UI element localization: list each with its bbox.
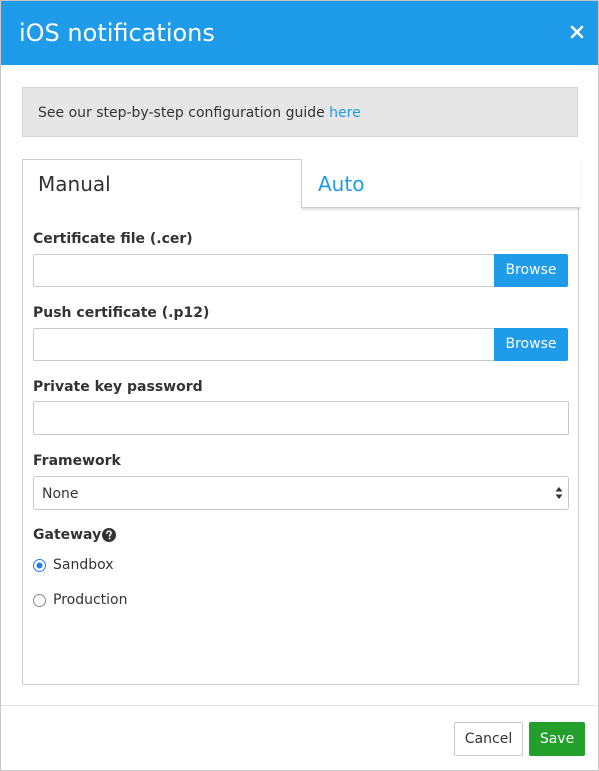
framework-select[interactable]: None xyxy=(33,476,569,510)
tab-auto-label: Auto xyxy=(318,172,365,196)
tab-manual[interactable]: Manual xyxy=(23,160,301,208)
ios-notifications-dialog: iOS notifications See our step-by-step c… xyxy=(0,0,599,771)
guide-link[interactable]: here xyxy=(329,105,361,121)
footer-divider xyxy=(1,705,598,706)
framework-label: Framework xyxy=(33,453,121,469)
private-key-password-input[interactable] xyxy=(33,401,569,435)
tab-auto[interactable]: Auto xyxy=(301,159,580,208)
info-message: See our step-by-step configuration guide xyxy=(38,105,330,121)
push-certificate-browse-button[interactable]: Browse xyxy=(494,328,568,361)
radio-production-label[interactable]: Production xyxy=(53,591,127,609)
info-text: See our step-by-step configuration guide… xyxy=(38,104,361,122)
framework-selected-value: None xyxy=(42,486,79,502)
dialog-header: iOS notifications xyxy=(1,1,598,65)
save-button[interactable]: Save xyxy=(529,722,585,756)
certificate-file-input[interactable] xyxy=(33,254,495,287)
push-certificate-input[interactable] xyxy=(33,328,495,361)
dialog-title: iOS notifications xyxy=(19,19,215,47)
push-certificate-label: Push certificate (.p12) xyxy=(33,305,210,321)
cancel-button[interactable]: Cancel xyxy=(454,722,523,756)
tab-manual-label: Manual xyxy=(38,172,111,196)
private-key-password-label: Private key password xyxy=(33,379,203,395)
select-arrows-icon xyxy=(555,487,563,499)
info-banner: See our step-by-step configuration guide… xyxy=(22,87,578,137)
certificate-file-label: Certificate file (.cer) xyxy=(33,231,193,247)
gateway-label: Gateway xyxy=(33,527,102,543)
close-icon[interactable] xyxy=(568,23,586,41)
certificate-browse-button[interactable]: Browse xyxy=(494,254,568,287)
radio-sandbox[interactable] xyxy=(33,559,46,572)
radio-sandbox-label[interactable]: Sandbox xyxy=(53,556,114,574)
radio-production[interactable] xyxy=(33,594,46,607)
question-circle-icon[interactable] xyxy=(102,528,116,542)
